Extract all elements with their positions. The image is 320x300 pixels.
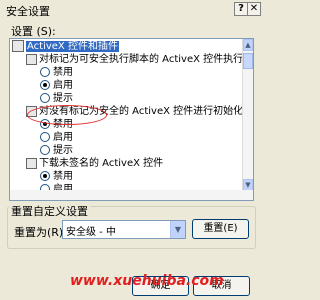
watermark-text: www.xuehuiba.com xyxy=(70,273,224,289)
settings-gear-icon xyxy=(26,53,37,65)
setting-download-unsigned-activex[interactable]: 下载未签名的 ActiveX 控件 xyxy=(26,157,163,170)
radio-unselected-icon xyxy=(40,145,50,155)
radio-enable[interactable]: 启用 xyxy=(40,131,73,144)
close-button[interactable]: ✕ xyxy=(247,2,261,16)
category-label: ActiveX 控件和插件 xyxy=(26,41,119,52)
security-settings-dialog: 安全设置 ? ✕ 设置 (S): ActiveX 控件和插件 对标记为可安全执行… xyxy=(0,0,261,300)
radio-unselected-icon xyxy=(40,132,50,142)
scroll-up-arrow-icon[interactable]: ▲ xyxy=(243,39,253,51)
reset-to-label: 重置为(R): xyxy=(14,226,67,239)
setting-label: 下载未签名的 ActiveX 控件 xyxy=(39,158,164,169)
radio-label: 启用 xyxy=(53,80,73,91)
annotation-circle xyxy=(27,105,107,125)
chevron-down-icon[interactable]: ▼ xyxy=(170,221,185,238)
scroll-thumb[interactable] xyxy=(243,53,253,69)
tree-category-activex[interactable]: ActiveX 控件和插件 xyxy=(12,40,119,53)
settings-gear-icon xyxy=(12,40,24,52)
radio-label: 禁用 xyxy=(53,171,73,182)
help-button[interactable]: ? xyxy=(234,2,248,16)
radio-prompt[interactable]: 提示 xyxy=(40,92,73,105)
radio-prompt[interactable]: 提示 xyxy=(40,144,73,157)
title-bar: 安全设置 ? ✕ xyxy=(0,0,261,18)
radio-disable[interactable]: 禁用 xyxy=(40,170,73,183)
radio-label: 启用 xyxy=(53,132,73,143)
radio-unselected-icon xyxy=(40,67,50,77)
settings-tree[interactable]: ActiveX 控件和插件 对标记为可安全执行脚本的 ActiveX 控件执行脚… xyxy=(9,38,254,192)
settings-gear-icon xyxy=(26,157,37,169)
radio-selected-icon xyxy=(40,171,50,181)
radio-selected-icon xyxy=(40,80,50,90)
vertical-scrollbar[interactable]: ▲ ▼ xyxy=(242,39,253,191)
radio-enable[interactable]: 启用 xyxy=(40,79,73,92)
radio-label: 提示 xyxy=(53,145,73,156)
setting-run-script-activex[interactable]: 对标记为可安全执行脚本的 ActiveX 控件执行脚本 xyxy=(26,53,243,66)
setting-label: 对标记为可安全执行脚本的 ActiveX 控件执行脚本 xyxy=(39,54,243,65)
radio-unselected-icon xyxy=(40,93,50,103)
horizontal-scrollbar[interactable] xyxy=(9,190,254,201)
radio-label: 提示 xyxy=(53,93,73,104)
settings-label: 设置 (S): xyxy=(11,25,56,38)
reset-button[interactable]: 重置(E) xyxy=(192,219,249,239)
window-title: 安全设置 xyxy=(6,5,50,18)
radio-label: 禁用 xyxy=(53,67,73,78)
radio-disable[interactable]: 禁用 xyxy=(40,66,73,79)
reset-level-select[interactable]: 安全级 - 中 ▼ xyxy=(62,220,186,239)
reset-level-value: 安全级 - 中 xyxy=(66,227,116,238)
reset-group-title: 重置自定义设置 xyxy=(9,203,90,219)
